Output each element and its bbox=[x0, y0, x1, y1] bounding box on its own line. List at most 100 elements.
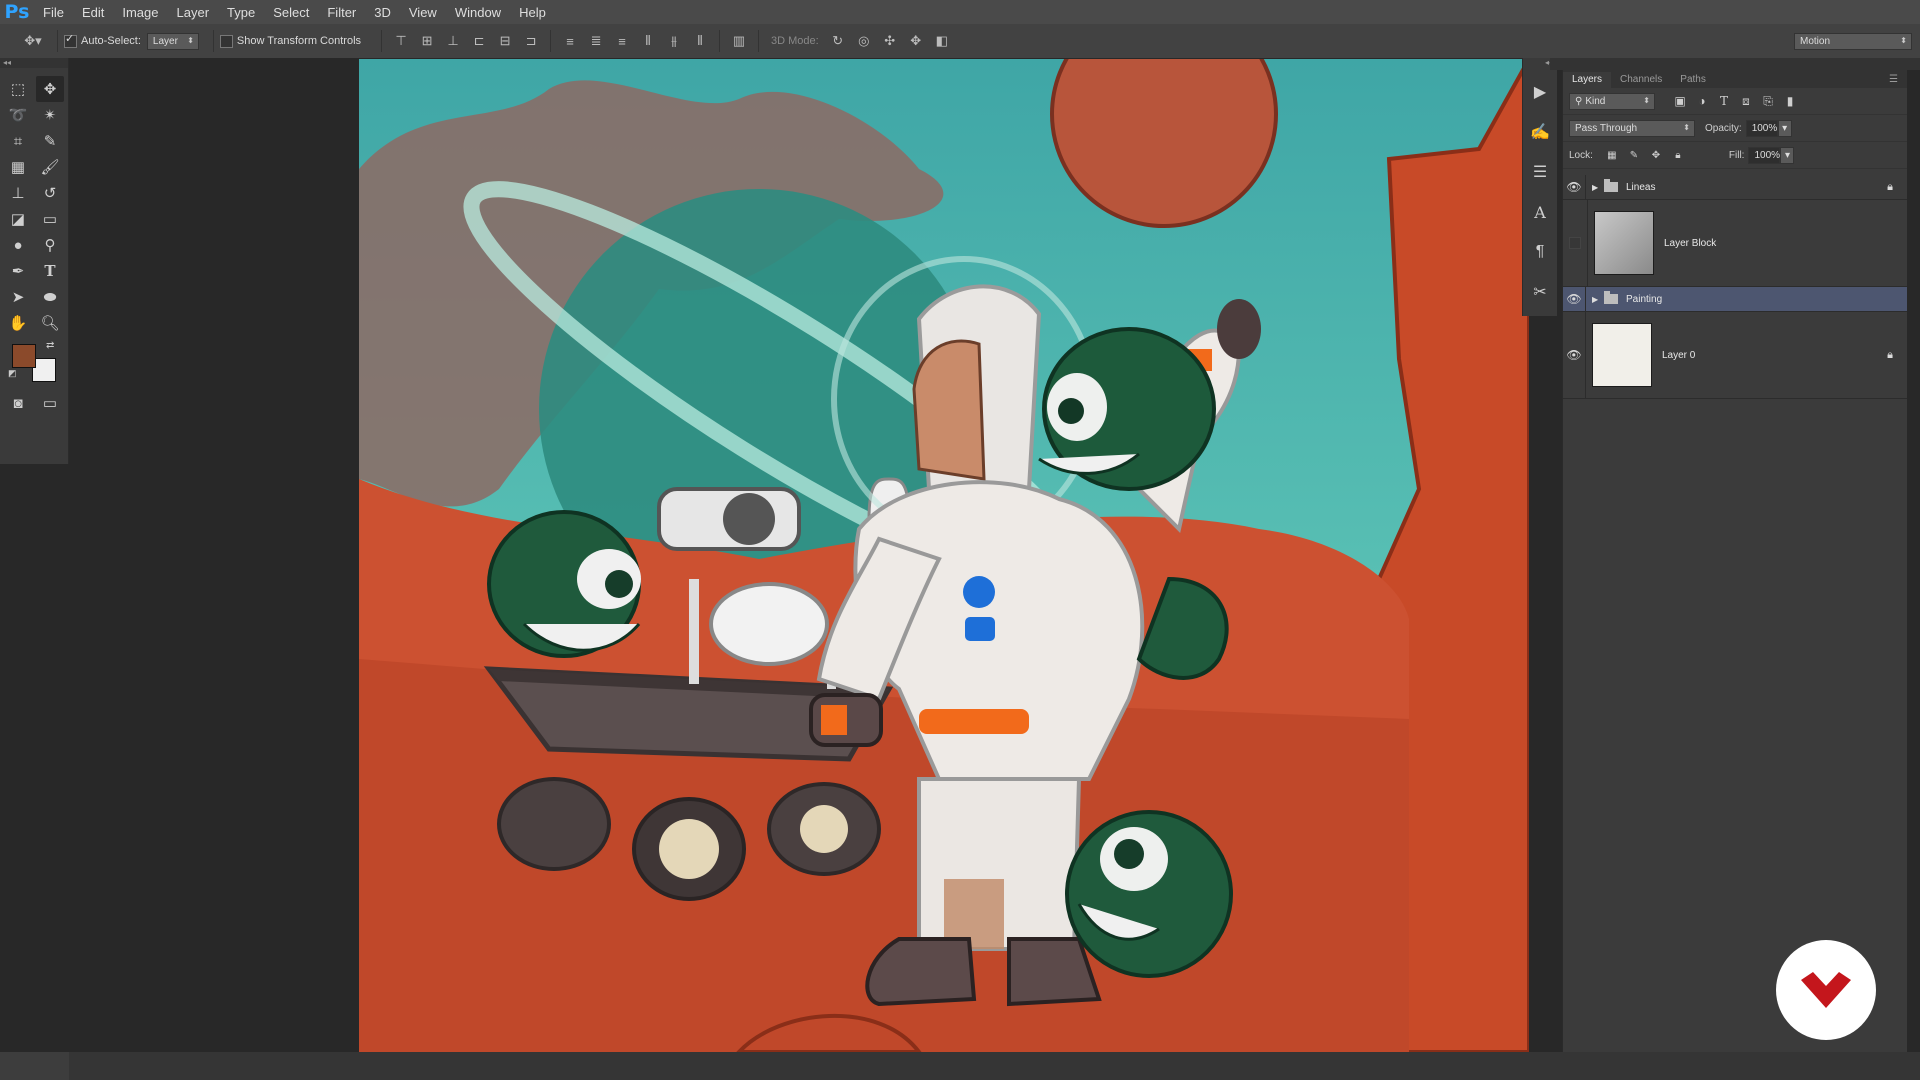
history-brush-tool-icon[interactable]: ↺ bbox=[36, 180, 64, 206]
3d-pan-icon[interactable]: ✣ bbox=[880, 31, 900, 51]
filter-adjustment-icon[interactable]: ◑ bbox=[1691, 94, 1713, 109]
3d-roll-icon[interactable]: ◎ bbox=[854, 31, 874, 51]
magic-wand-tool-icon[interactable]: ✴ bbox=[36, 102, 64, 128]
filter-toggle-icon[interactable]: ▮ bbox=[1779, 94, 1801, 109]
tab-layers[interactable]: Layers bbox=[1563, 72, 1612, 88]
clone-stamp-tool-icon[interactable]: ⊥ bbox=[4, 180, 32, 206]
swap-colors-icon[interactable]: ⇄ bbox=[46, 340, 54, 351]
brush-tool-icon[interactable]: 🖌 bbox=[36, 154, 64, 180]
layer-row-layer-block[interactable]: Layer Block bbox=[1563, 200, 1907, 287]
visibility-toggle-off[interactable] bbox=[1569, 237, 1581, 249]
layer-row-layer-0[interactable]: 👁︎ Layer 0 🔒︎ bbox=[1563, 312, 1907, 399]
layer-row-lineas[interactable]: 👁︎ ▶ Lineas 🔒︎ bbox=[1563, 175, 1907, 200]
align-bottom-edges-icon[interactable]: ⊥ bbox=[443, 31, 463, 51]
visibility-eye-icon[interactable]: 👁︎ bbox=[1563, 292, 1585, 306]
distribute-vcenter-icon[interactable]: ≣ bbox=[586, 31, 606, 51]
opacity-input[interactable]: 100% bbox=[1745, 119, 1778, 137]
type-tool-icon[interactable]: T bbox=[36, 258, 64, 284]
expand-arrow-icon[interactable]: ▶ bbox=[1592, 295, 1604, 304]
3d-scale-icon[interactable]: ◧ bbox=[932, 31, 952, 51]
screen-mode-icon[interactable]: ▭ bbox=[36, 390, 64, 416]
tools-settings-icon[interactable]: ✂ bbox=[1523, 272, 1557, 312]
filter-smart-object-icon[interactable]: ⎘ bbox=[1757, 94, 1779, 109]
opacity-slider-toggle[interactable]: ▾ bbox=[1777, 119, 1792, 137]
quick-mask-icon[interactable]: ◙ bbox=[4, 390, 32, 416]
distribute-top-icon[interactable]: ≡ bbox=[560, 31, 580, 51]
auto-align-layers-icon[interactable]: ▥ bbox=[729, 31, 749, 51]
filter-pixel-icon[interactable]: ▣ bbox=[1669, 94, 1691, 109]
zoom-tool-icon[interactable]: 🔍︎ bbox=[36, 310, 64, 336]
pen-tool-icon[interactable]: ✒ bbox=[4, 258, 32, 284]
adjustments-icon[interactable]: ☰ bbox=[1523, 152, 1557, 192]
distribute-right-icon[interactable]: ⫴ bbox=[690, 31, 710, 51]
menu-3d[interactable]: 3D bbox=[365, 5, 400, 20]
distribute-hcenter-icon[interactable]: ⫵ bbox=[664, 31, 684, 51]
distribute-left-icon[interactable]: ⫴ bbox=[638, 31, 658, 51]
menu-filter[interactable]: Filter bbox=[318, 5, 365, 20]
filter-shape-icon[interactable]: ⧈ bbox=[1735, 94, 1757, 109]
layer-row-painting[interactable]: 👁︎ ▶ Painting bbox=[1563, 287, 1907, 312]
panel-collapse-bar[interactable] bbox=[1550, 58, 1920, 70]
menu-edit[interactable]: Edit bbox=[73, 5, 113, 20]
lock-transparent-icon[interactable]: ▦ bbox=[1601, 150, 1623, 161]
lasso-tool-icon[interactable]: ➰ bbox=[4, 102, 32, 128]
filter-type-icon[interactable]: T bbox=[1713, 94, 1735, 109]
menu-help[interactable]: Help bbox=[510, 5, 555, 20]
color-swatches: ⇄ ◩ bbox=[6, 340, 68, 384]
3d-slide-icon[interactable]: ✥ bbox=[906, 31, 926, 51]
move-tool-preset-icon[interactable]: ✥▾ bbox=[18, 31, 48, 51]
3d-rotate-icon[interactable]: ↻ bbox=[828, 31, 848, 51]
eraser-tool-icon[interactable]: ◪ bbox=[4, 206, 32, 232]
document-canvas-area[interactable] bbox=[69, 58, 1542, 1052]
menu-view[interactable]: View bbox=[400, 5, 446, 20]
align-horizontal-centers-icon[interactable]: ⊟ bbox=[495, 31, 515, 51]
align-vertical-centers-icon[interactable]: ⊞ bbox=[417, 31, 437, 51]
expand-arrow-icon[interactable]: ▶ bbox=[1592, 183, 1604, 192]
show-transform-checkbox[interactable] bbox=[219, 34, 233, 48]
lock-position-icon[interactable]: ✥ bbox=[1645, 150, 1667, 161]
fill-slider-toggle[interactable]: ▾ bbox=[1780, 146, 1795, 164]
menu-select[interactable]: Select bbox=[264, 5, 318, 20]
blur-tool-icon[interactable]: ● bbox=[4, 232, 32, 258]
character-panel-icon[interactable]: A bbox=[1523, 192, 1557, 232]
gradient-tool-icon[interactable]: ▭ bbox=[36, 206, 64, 232]
foreground-color-swatch[interactable] bbox=[12, 344, 36, 368]
kind-filter-dropdown[interactable]: ⚲ Kind ⬍ bbox=[1569, 92, 1655, 110]
path-selection-tool-icon[interactable]: ➤ bbox=[4, 284, 32, 310]
artwork-canvas[interactable] bbox=[359, 59, 1529, 1052]
menu-file[interactable]: File bbox=[34, 5, 73, 20]
lock-image-icon[interactable]: ✎ bbox=[1623, 150, 1645, 161]
menu-window[interactable]: Window bbox=[446, 5, 510, 20]
visibility-eye-icon[interactable]: 👁︎ bbox=[1563, 348, 1585, 362]
collapse-toolbox-icon[interactable]: ◂◂ bbox=[0, 58, 68, 68]
blend-mode-dropdown[interactable]: Pass Through ⬍ bbox=[1569, 119, 1695, 137]
move-tool-icon[interactable]: ✥ bbox=[36, 76, 64, 102]
align-right-edges-icon[interactable]: ⊐ bbox=[521, 31, 541, 51]
tab-channels[interactable]: Channels bbox=[1611, 72, 1671, 88]
fill-input[interactable]: 100% bbox=[1748, 146, 1781, 164]
ellipse-tool-icon[interactable]: ⬬ bbox=[36, 284, 64, 310]
crop-tool-icon[interactable]: ⌗ bbox=[4, 128, 32, 154]
workspace-dropdown[interactable]: Motion ⬍ bbox=[1794, 32, 1912, 50]
default-colors-icon[interactable]: ◩ bbox=[8, 368, 17, 379]
tab-paths[interactable]: Paths bbox=[1671, 72, 1715, 88]
rectangular-marquee-tool-icon[interactable]: ⬚ bbox=[4, 76, 32, 102]
distribute-bottom-icon[interactable]: ≡ bbox=[612, 31, 632, 51]
lock-all-icon[interactable]: 🔒︎ bbox=[1667, 150, 1689, 161]
tool-presets-icon[interactable]: ✍ bbox=[1523, 112, 1557, 152]
visibility-eye-icon[interactable]: 👁︎ bbox=[1563, 180, 1585, 194]
align-left-edges-icon[interactable]: ⊏ bbox=[469, 31, 489, 51]
menu-layer[interactable]: Layer bbox=[168, 5, 219, 20]
auto-select-checkbox[interactable] bbox=[64, 32, 77, 48]
paragraph-panel-icon[interactable]: ¶ bbox=[1523, 232, 1557, 272]
dodge-tool-icon[interactable]: ⚲ bbox=[36, 232, 64, 258]
auto-select-dropdown[interactable]: Layer ⬍ bbox=[146, 32, 199, 50]
hand-tool-icon[interactable]: ✋ bbox=[4, 310, 32, 336]
eyedropper-tool-icon[interactable]: ✎ bbox=[36, 128, 64, 154]
menu-image[interactable]: Image bbox=[113, 5, 167, 20]
panel-menu-icon[interactable]: ☰ bbox=[1880, 72, 1907, 88]
timeline-play-icon[interactable]: ▶ bbox=[1523, 72, 1557, 112]
align-top-edges-icon[interactable]: ⊤ bbox=[391, 31, 411, 51]
healing-brush-tool-icon[interactable]: ▦ bbox=[4, 154, 32, 180]
menu-type[interactable]: Type bbox=[218, 5, 264, 20]
